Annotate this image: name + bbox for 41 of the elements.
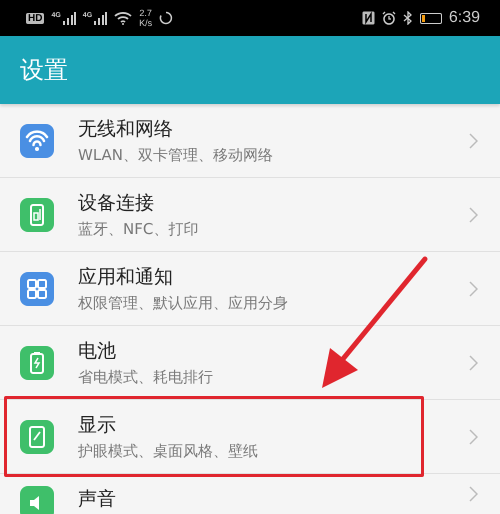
setting-title: 显示: [78, 413, 117, 438]
battery-icon: [420, 12, 442, 24]
setting-row[interactable]: 应用和通知 权限管理、默认应用、应用分身: [0, 252, 500, 326]
page-title: 设置: [20, 55, 68, 86]
chevron-icon: [469, 280, 478, 296]
setting-title: 电池: [78, 339, 117, 364]
loading-icon: [159, 11, 174, 25]
alarm-icon: [382, 11, 396, 25]
setting-subtitle: 护眼模式、桌面风格、壁纸: [78, 442, 259, 461]
setting-subtitle: 蓝牙、NFC、打印: [78, 220, 200, 239]
chevron-icon: [469, 428, 478, 444]
battery-icon: [20, 346, 54, 380]
chevron-icon: [469, 486, 478, 502]
signal-icon: [93, 12, 108, 24]
setting-row[interactable]: 显示 护眼模式、桌面风格、壁纸: [0, 400, 500, 474]
apps-icon: [20, 272, 54, 306]
setting-title: 无线和网络: [78, 117, 174, 142]
setting-title: 设备连接: [78, 191, 155, 216]
sound-icon: [20, 486, 54, 514]
setting-row[interactable]: 设备连接 蓝牙、NFC、打印: [0, 178, 500, 252]
speed-value: 2.7: [139, 8, 152, 18]
setting-subtitle: 省电模式、耗电排行: [78, 368, 214, 387]
nfc-icon: [362, 11, 375, 25]
signal-icon: [62, 12, 76, 24]
setting-row[interactable]: 声音: [0, 474, 500, 514]
setting-title: 声音: [78, 487, 117, 512]
hd-icon: HD: [26, 12, 44, 24]
wifi-icon: [20, 124, 54, 158]
chevron-icon: [469, 132, 478, 148]
setting-subtitle: WLAN、双卡管理、移动网络: [78, 146, 274, 165]
clock-time: 6:39: [448, 9, 480, 27]
device-icon: [20, 198, 54, 232]
chevron-icon: [469, 354, 478, 370]
wifi-icon: [114, 11, 132, 25]
setting-title: 应用和通知: [78, 265, 174, 290]
setting-row[interactable]: 无线和网络 WLAN、双卡管理、移动网络: [0, 104, 500, 178]
chevron-icon: [469, 206, 478, 222]
speed-unit: K/s: [139, 18, 152, 28]
setting-subtitle: 权限管理、默认应用、应用分身: [78, 294, 289, 313]
display-icon: [20, 420, 54, 454]
bluetooth-icon: [402, 11, 413, 25]
